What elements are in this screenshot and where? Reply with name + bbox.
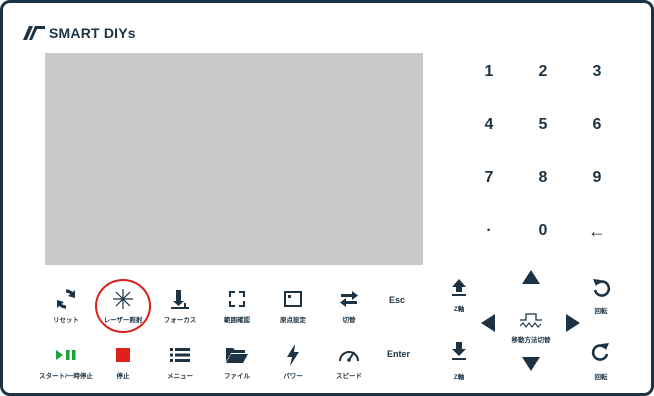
enter-button[interactable]: Enter (387, 349, 410, 359)
pulse-wave-icon (519, 313, 542, 328)
z-axis-up-button[interactable]: Z軸 (433, 275, 485, 319)
range-check-button[interactable]: 範囲確認 (211, 287, 263, 331)
key-6[interactable]: 6 (577, 110, 617, 140)
stop-button[interactable]: 停止 (97, 343, 149, 387)
folder-icon (226, 348, 248, 363)
arrow-up-bar-icon (452, 279, 466, 296)
z-axis-up-label: Z軸 (453, 306, 465, 313)
lightning-icon (287, 344, 299, 366)
key-4[interactable]: 4 (469, 110, 509, 140)
speedometer-icon (339, 351, 359, 362)
rotate-cw-button[interactable]: 回転 (575, 339, 627, 383)
switch-label: 切替 (342, 317, 356, 324)
play-pause-icon (56, 350, 76, 360)
stop-icon (116, 348, 130, 362)
origin-set-button[interactable]: 原点設定 (267, 287, 319, 331)
start-pause-button[interactable]: スタート/一時停止 (39, 343, 93, 387)
rotate-cw-icon (591, 343, 609, 361)
range-icon (229, 291, 245, 307)
move-up-arrow-icon[interactable] (522, 270, 540, 284)
focus-icon (171, 290, 189, 309)
key-2[interactable]: 2 (523, 57, 563, 87)
key-8[interactable]: 8 (523, 163, 563, 193)
z-axis-down-button[interactable]: Z軸 (433, 339, 485, 383)
menu-icon (170, 348, 190, 362)
power-button[interactable]: パワー (267, 343, 319, 387)
rotate-ccw-icon (593, 279, 611, 297)
laser-icon (113, 289, 133, 309)
rotate-ccw-label: 回転 (594, 308, 608, 315)
brand-logo-icon (23, 26, 45, 40)
key-1[interactable]: 1 (469, 57, 509, 87)
key-backspace[interactable]: ← (577, 216, 617, 246)
rotate-cw-label: 回転 (594, 374, 608, 381)
reset-icon (57, 289, 75, 309)
key-0[interactable]: 0 (523, 216, 563, 246)
move-down-arrow-icon[interactable] (522, 357, 540, 371)
reset-button[interactable]: リセット (40, 287, 92, 331)
brand-name: SMART DIYs (49, 25, 136, 41)
menu-button[interactable]: メニュー (154, 343, 206, 387)
origin-icon (284, 291, 302, 307)
display-screen (45, 53, 423, 265)
key-7[interactable]: 7 (469, 163, 509, 193)
switch-button[interactable]: 切替 (323, 287, 375, 331)
key-9[interactable]: 9 (577, 163, 617, 193)
speed-button[interactable]: スピード (323, 343, 375, 387)
arrow-down-bar-icon (452, 342, 466, 360)
z-axis-down-label: Z軸 (453, 374, 465, 381)
logo: SMART DIYs (23, 22, 136, 44)
swap-icon (340, 291, 358, 307)
move-left-arrow-icon[interactable] (481, 314, 495, 332)
rotate-ccw-button[interactable]: 回転 (575, 275, 627, 319)
laser-irradiation-button[interactable]: レーザー照射 (97, 287, 149, 331)
move-mode-label: 移動方法切替 (511, 337, 551, 344)
esc-button[interactable]: Esc (389, 295, 405, 305)
key-3[interactable]: 3 (577, 57, 617, 87)
file-button[interactable]: ファイル (211, 343, 263, 387)
move-mode-switch-button[interactable]: 移動方法切替 (501, 311, 561, 351)
focus-button[interactable]: フォーカス (154, 287, 206, 331)
control-panel: SMART DIYs 1 2 3 4 5 6 7 8 9 · 0 ← リセット (0, 0, 654, 396)
key-dot[interactable]: · (469, 216, 509, 246)
speed-label: スピード (336, 373, 362, 380)
key-5[interactable]: 5 (523, 110, 563, 140)
